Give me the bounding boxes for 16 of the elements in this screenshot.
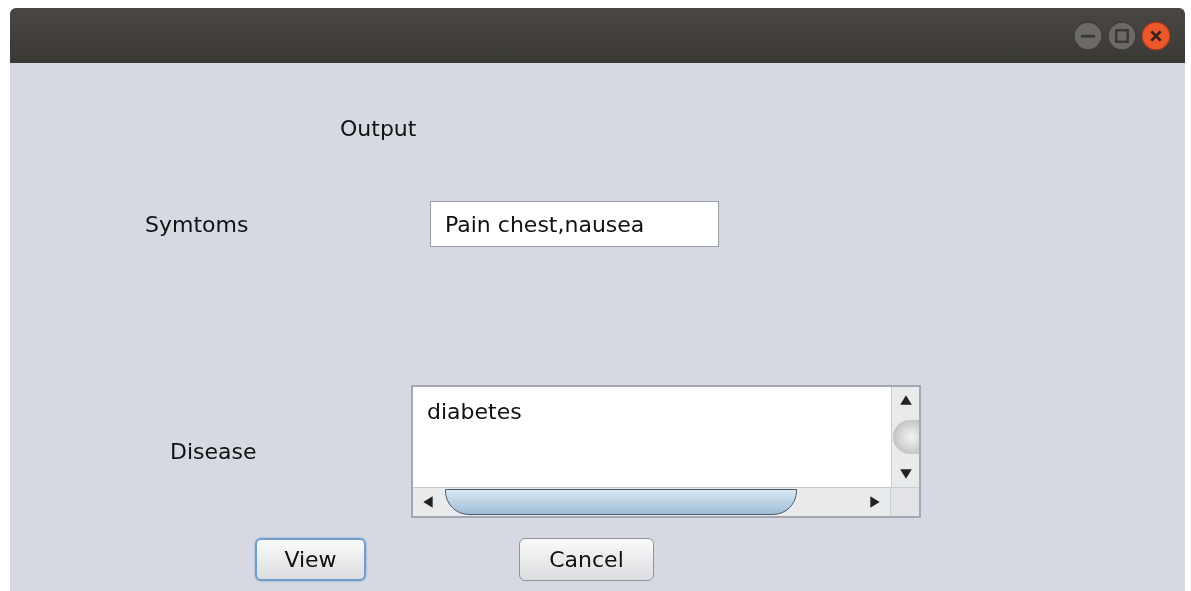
- disease-text-area[interactable]: diabetes: [411, 385, 921, 518]
- horizontal-scrollbar[interactable]: [413, 488, 890, 516]
- close-icon[interactable]: [1141, 20, 1171, 51]
- dialog-button[interactable]: View: [255, 538, 366, 581]
- down-arrow-icon[interactable]: [898, 467, 913, 481]
- symptoms-field[interactable]: Pain chest,nausea: [430, 201, 719, 247]
- disease-label: Disease: [170, 439, 258, 464]
- up-arrow-icon[interactable]: [898, 393, 913, 407]
- output-heading: Output: [340, 116, 417, 141]
- vertical-scrollbar[interactable]: [891, 387, 919, 487]
- scrollbar-corner: [890, 488, 919, 516]
- disease-text: diabetes: [426, 398, 523, 426]
- dialog-button[interactable]: Cancel: [519, 538, 654, 581]
- right-arrow-icon[interactable]: [868, 495, 882, 509]
- symptoms-label: Symtoms: [145, 211, 250, 237]
- left-arrow-icon[interactable]: [421, 495, 435, 509]
